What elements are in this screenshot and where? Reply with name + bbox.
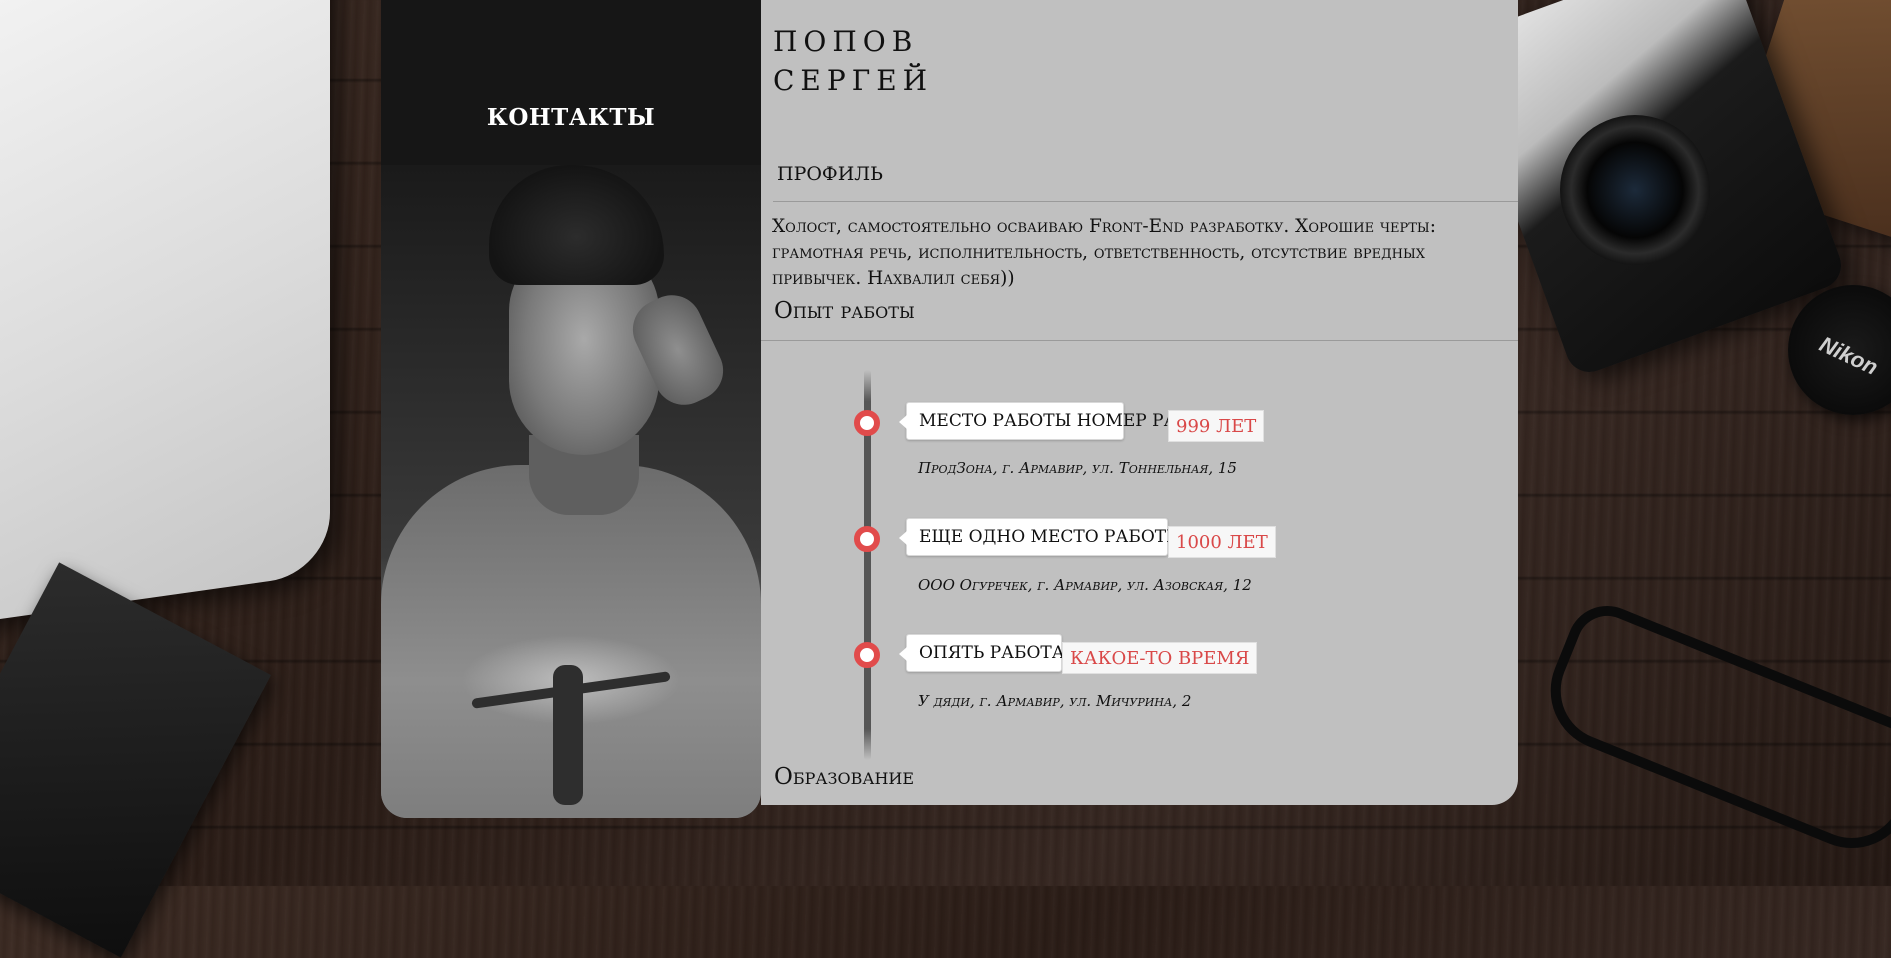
profile-photo bbox=[381, 165, 761, 818]
job-duration: КАКОЕ-ТО ВРЕМЯ bbox=[1062, 642, 1258, 674]
last-name: ПОПОВ bbox=[773, 25, 919, 58]
camera-lens-decoration bbox=[1560, 115, 1710, 265]
first-name: СЕРГЕЙ bbox=[773, 64, 934, 97]
person-name: ПОПОВ СЕРГЕЙ bbox=[773, 22, 933, 100]
resume-main: ПОПОВ СЕРГЕЙ ПРОФИЛЬ Холост, самостоятел… bbox=[761, 0, 1518, 805]
job-position: МЕСТО РАБОТЫ НОМЕР РАЗ bbox=[899, 402, 1187, 440]
education-title: Образование bbox=[774, 764, 915, 790]
profile-title: ПРОФИЛЬ bbox=[777, 163, 883, 185]
notebook-decoration bbox=[0, 562, 272, 958]
timeline-dot bbox=[854, 526, 880, 552]
job-place: ПродЗона, г. Армавир, ул. Тоннельная, 15 bbox=[918, 459, 1237, 477]
experience-divider bbox=[761, 340, 1518, 341]
profile-divider bbox=[773, 201, 1518, 202]
job-duration: 999 ЛЕТ bbox=[1168, 410, 1265, 442]
photo-print-figure bbox=[553, 665, 583, 805]
experience-title: Опыт работы bbox=[774, 298, 915, 324]
timeline-dot bbox=[854, 642, 880, 668]
job-position: ЕЩЕ ОДНО МЕСТО РАБОТЫ bbox=[899, 518, 1183, 556]
job-place: ООО Огуречек, г. Армавир, ул. Азовская, … bbox=[918, 576, 1252, 594]
photo-hair bbox=[489, 165, 664, 285]
job-place: У дяди, г. Армавир, ул. Мичурина, 2 bbox=[918, 692, 1192, 710]
profile-text: Холост, самостоятельно осваиваю Front-En… bbox=[772, 216, 1436, 289]
contacts-title: КОНТАКТЫ bbox=[486, 104, 656, 131]
laptop-decoration bbox=[0, 0, 330, 628]
timeline-dot bbox=[854, 410, 880, 436]
glasses-decoration bbox=[1532, 593, 1891, 867]
job-duration: 1000 ЛЕТ bbox=[1168, 526, 1276, 558]
job-position: ОПЯТЬ РАБОТА bbox=[899, 634, 1065, 672]
contacts-sidebar: КОНТАКТЫ bbox=[381, 0, 761, 818]
